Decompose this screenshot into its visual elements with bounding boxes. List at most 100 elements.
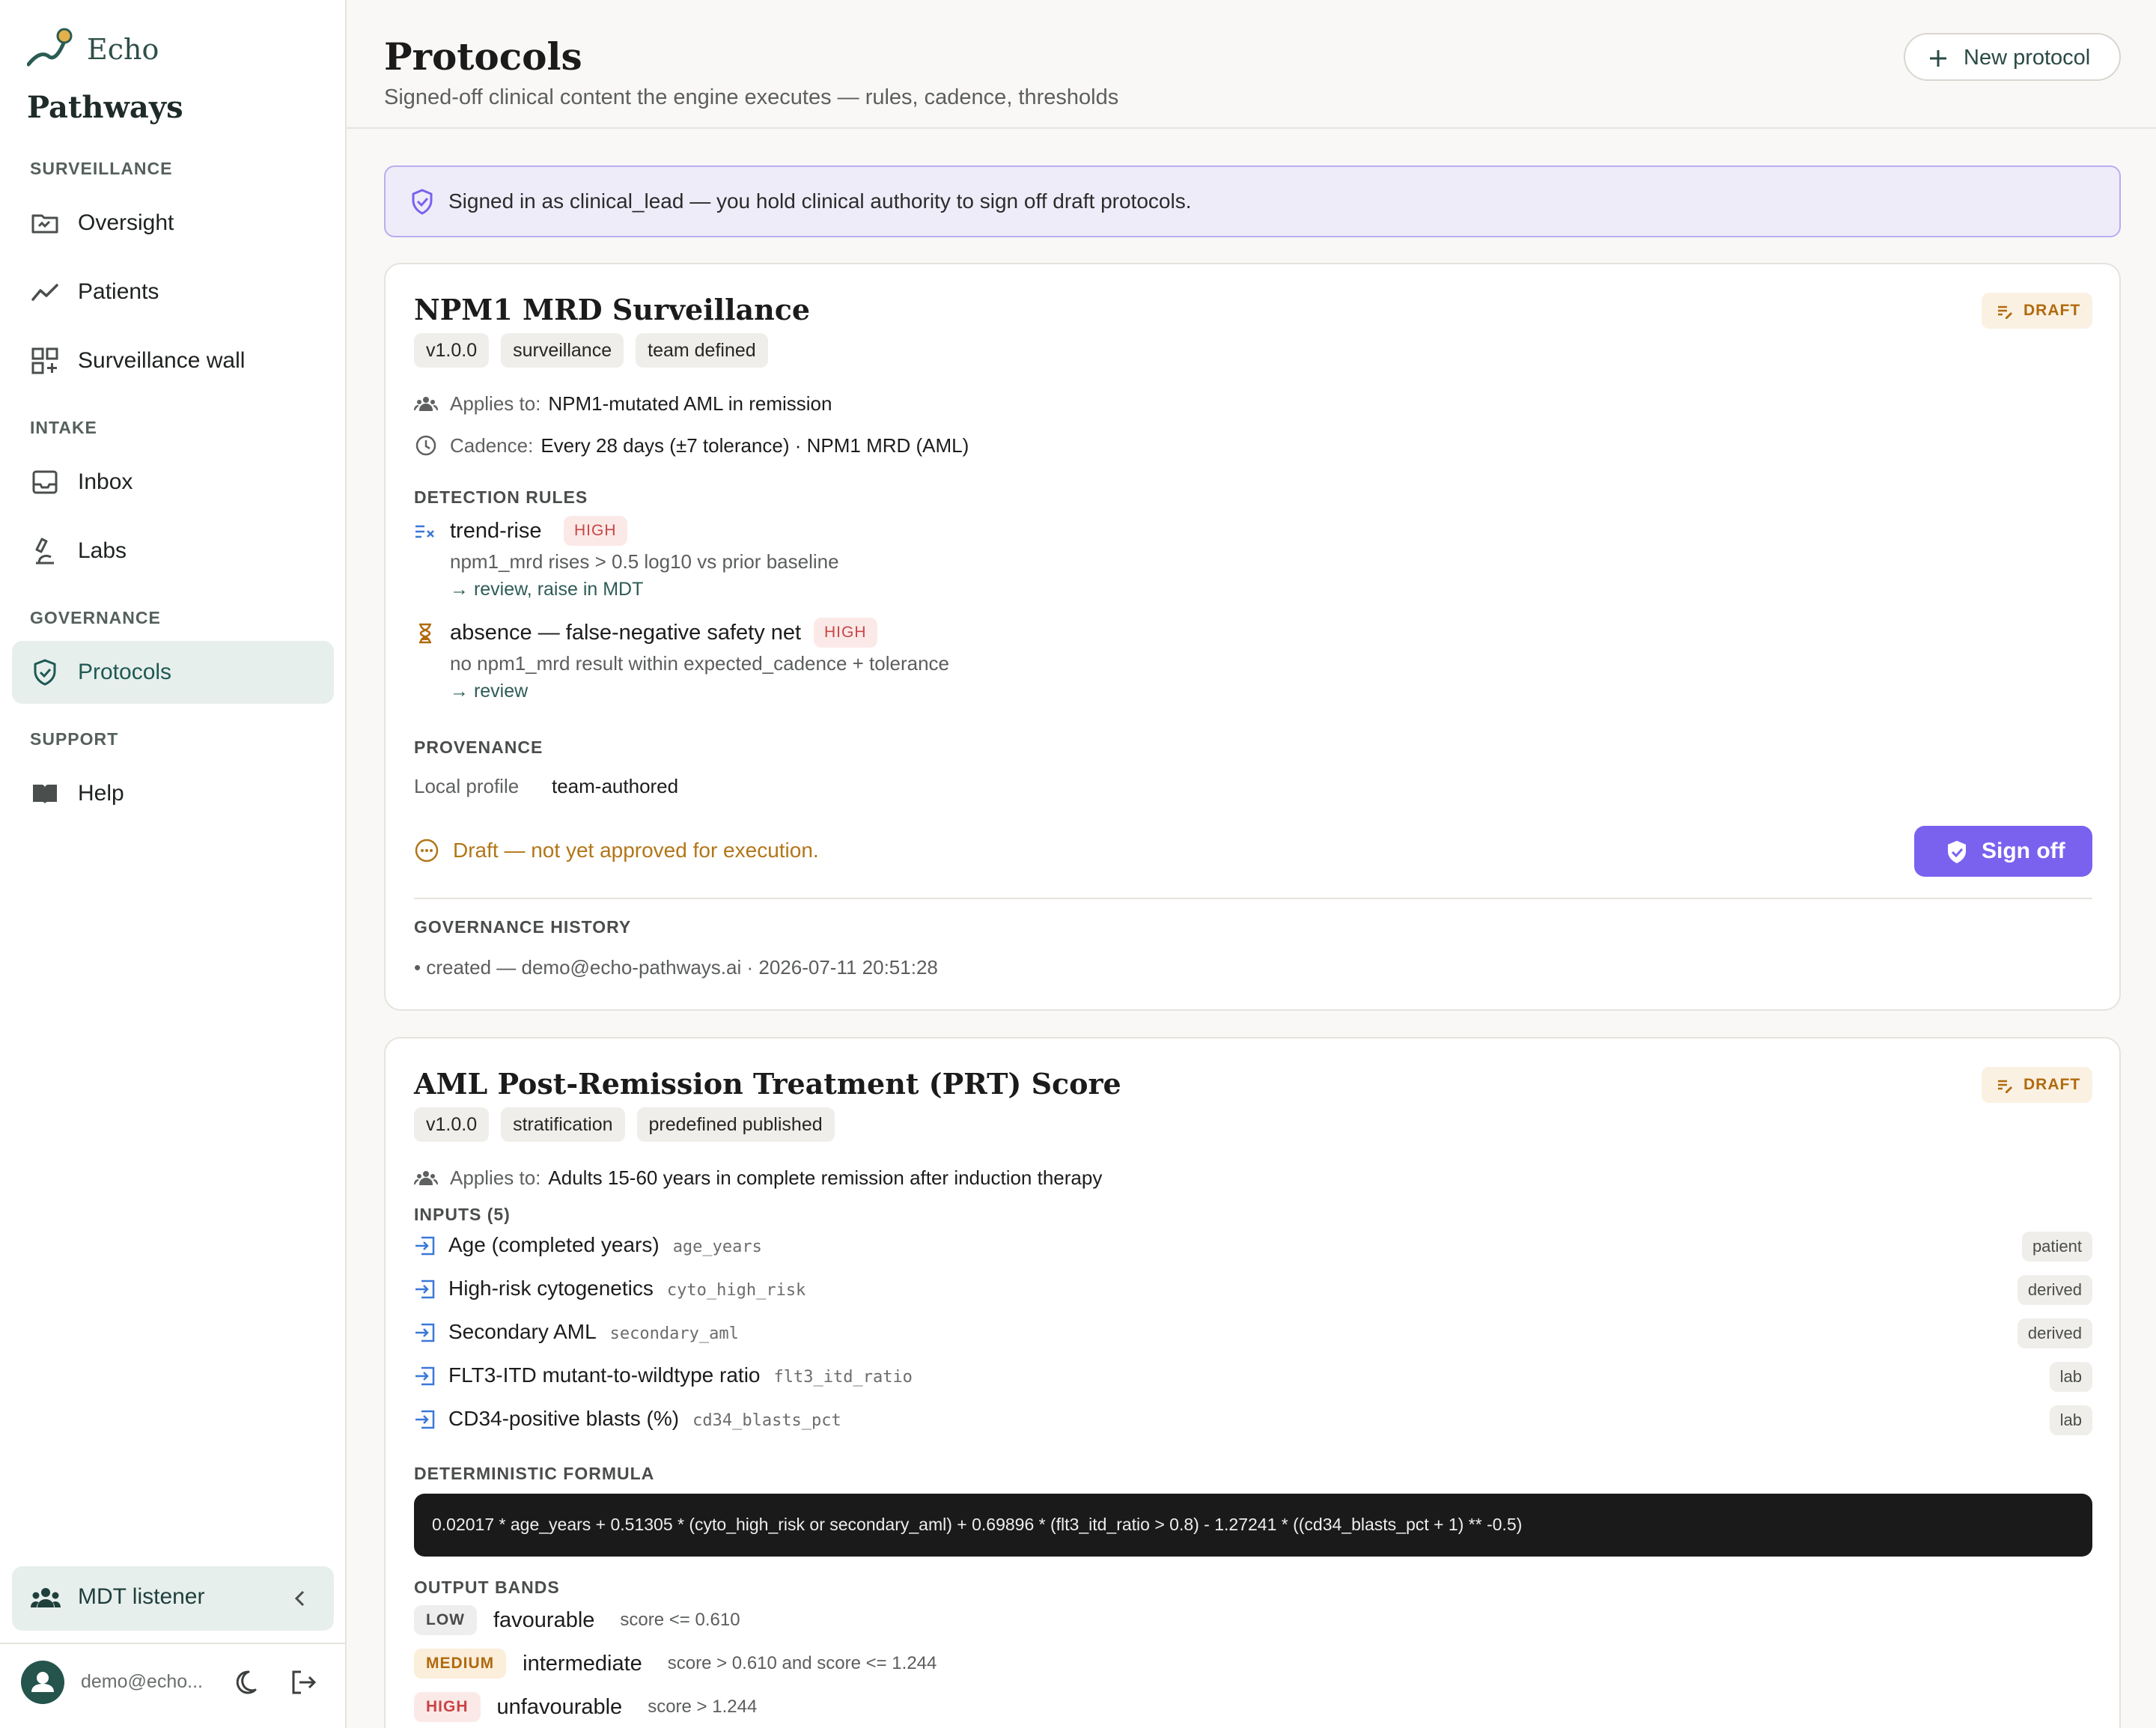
- input-label: Age (completed years) age_years: [448, 1233, 762, 1257]
- rule-name: absence — false-negative safety net: [450, 621, 802, 645]
- status-badge: DRAFT: [1982, 293, 2092, 329]
- group-icon: [414, 397, 438, 411]
- sidebar-item-patients[interactable]: Patients: [12, 261, 334, 323]
- nav-section-support: SUPPORT: [30, 729, 119, 749]
- input-key: secondary_aml: [609, 1324, 739, 1343]
- microscope-icon: [35, 538, 54, 565]
- input-label: FLT3-ITD mutant-to-wildtype ratio flt3_it…: [448, 1363, 913, 1387]
- page-subtitle: Signed-off clinical content the engine e…: [384, 85, 1119, 109]
- governance-history-heading: GOVERNANCE HISTORY: [414, 917, 632, 937]
- avatar[interactable]: [21, 1661, 64, 1704]
- band-name: intermediate: [523, 1651, 642, 1676]
- inputs-heading: INPUTS (5): [414, 1205, 511, 1224]
- history-entry: • created — demo@echo-pathways.ai · 2026…: [414, 956, 938, 979]
- sidebar-item-inbox[interactable]: Inbox: [12, 451, 334, 514]
- formula-text: 0.02017 * age_years + 0.51305 * (cyto_hi…: [432, 1515, 1523, 1534]
- trend-icon: [31, 284, 58, 301]
- protocol-card-prt-score: AML Post-Remission Treatment (PRT) Score…: [384, 1037, 2121, 1728]
- band-tag: MEDIUM: [414, 1649, 507, 1679]
- formula-heading: DETERMINISTIC FORMULA: [414, 1464, 655, 1483]
- chevron-left-icon[interactable]: [289, 1586, 311, 1611]
- type-chip: surveillance: [501, 333, 624, 368]
- input-name: CD34-positive blasts (%): [448, 1407, 680, 1430]
- applies-label: Applies to:: [450, 1166, 541, 1189]
- sidebar: Echo Pathways SURVEILLANCE Oversight Pat…: [0, 0, 347, 1728]
- grid-add-icon: [31, 347, 58, 374]
- logo-mark-icon: [27, 28, 73, 67]
- input-source-badge: derived: [2017, 1318, 2092, 1348]
- input-row: Secondary AML secondary_aml derived: [414, 1318, 2092, 1351]
- user-email: demo@echo...: [81, 1671, 203, 1692]
- protocol-chips: v1.0.0 stratification predefined publish…: [414, 1107, 835, 1142]
- sidebar-item-surveillance-wall[interactable]: Surveillance wall: [12, 329, 334, 392]
- sidebar-item-label: Protocols: [78, 660, 172, 684]
- nav-section-surveillance: SURVEILLANCE: [30, 159, 173, 178]
- severity-badge: HIGH: [814, 618, 877, 648]
- rule-description: no npm1_mrd result within expected_caden…: [450, 652, 950, 675]
- provenance-heading: PROVENANCE: [414, 737, 543, 757]
- input-row: FLT3-ITD mutant-to-wildtype ratio flt3_it…: [414, 1362, 2092, 1395]
- applies-to-row: Applies to: NPM1-mutated AML in remissio…: [414, 392, 832, 416]
- user-bar: demo@echo...: [0, 1643, 347, 1728]
- type-chip: stratification: [501, 1107, 625, 1142]
- nav-section-intake: INTAKE: [30, 418, 97, 437]
- mdt-listener-toggle[interactable]: MDT listener: [12, 1566, 334, 1631]
- applies-to-row: Applies to: Adults 15-60 years in comple…: [414, 1166, 1102, 1190]
- input-arrow-icon: [415, 1236, 435, 1256]
- book-icon: [33, 785, 57, 804]
- severity-badge: HIGH: [564, 516, 627, 546]
- hourglass-icon: [419, 623, 431, 644]
- formula-block: 0.02017 * age_years + 0.51305 * (cyto_hi…: [414, 1494, 2092, 1557]
- draft-note: Draft — not yet approved for execution.: [414, 838, 819, 863]
- input-name: Secondary AML: [448, 1320, 597, 1343]
- rule-name: trend-rise: [450, 519, 542, 543]
- version-chip: v1.0.0: [414, 333, 490, 368]
- input-label: Secondary AML secondary_aml: [448, 1320, 739, 1344]
- input-key: cd34_blasts_pct: [692, 1411, 841, 1430]
- cadence-value: Every 28 days (±7 tolerance) · NPM1 MRD …: [540, 433, 969, 457]
- input-source-badge: derived: [2017, 1275, 2092, 1305]
- protocol-card-npm1: NPM1 MRD Surveillance DRAFT v1.0.0 surve…: [384, 263, 2121, 1011]
- protocol-title: AML Post-Remission Treatment (PRT) Score: [414, 1067, 1121, 1101]
- divider: [414, 898, 2092, 899]
- group-icon: [31, 1588, 61, 1607]
- band-condition: score <= 0.610: [620, 1610, 740, 1630]
- sidebar-item-label: Oversight: [78, 210, 174, 235]
- sidebar-item-help[interactable]: Help: [12, 762, 334, 825]
- input-arrow-icon: [415, 1410, 435, 1429]
- banner-text: Signed in as clinical_lead — you hold cl…: [448, 189, 1192, 213]
- sidebar-item-labs[interactable]: Labs: [12, 520, 334, 582]
- input-source-badge: lab: [2049, 1405, 2092, 1435]
- input-label: High-risk cytogenetics cyto_high_risk: [448, 1277, 806, 1300]
- brand-pathways: Pathways: [27, 90, 183, 125]
- sign-off-button[interactable]: Sign off: [1914, 826, 2092, 877]
- sidebar-item-oversight[interactable]: Oversight: [12, 192, 334, 255]
- band-tag: LOW: [414, 1605, 477, 1635]
- sidebar-item-protocols[interactable]: Protocols: [12, 641, 334, 704]
- detection-rules-heading: DETECTION RULES: [414, 487, 588, 507]
- moon-icon[interactable]: [231, 1668, 259, 1697]
- page-title: Protocols: [384, 34, 582, 79]
- status-label: DRAFT: [2023, 302, 2081, 319]
- mdt-listener-label: MDT listener: [78, 1584, 205, 1609]
- origin-chip: predefined published: [636, 1107, 835, 1142]
- new-protocol-button[interactable]: New protocol: [1904, 33, 2121, 81]
- brand-echo: Echo: [87, 33, 159, 66]
- input-row: CD34-positive blasts (%) cd34_blasts_pct …: [414, 1405, 2092, 1438]
- input-arrow-icon: [415, 1323, 435, 1342]
- logout-icon[interactable]: [289, 1668, 317, 1697]
- sidebar-item-label: Help: [78, 781, 124, 806]
- clock-icon: [415, 435, 436, 456]
- sign-off-label: Sign off: [1982, 839, 2065, 863]
- new-protocol-label: New protocol: [1964, 46, 2091, 70]
- shield-check-icon: [34, 659, 56, 686]
- input-row: Age (completed years) age_years patient: [414, 1232, 2092, 1265]
- protocol-chips: v1.0.0 surveillance team defined: [414, 333, 768, 368]
- rule-action: → review: [450, 681, 529, 702]
- applies-value: NPM1-mutated AML in remission: [548, 392, 832, 415]
- input-source-badge: patient: [2021, 1232, 2092, 1262]
- cadence-label: Cadence:: [450, 433, 534, 457]
- status-label: DRAFT: [2023, 1076, 2081, 1093]
- applies-value: Adults 15-60 years in complete remission…: [548, 1166, 1103, 1189]
- provenance-value: team-authored: [552, 775, 679, 797]
